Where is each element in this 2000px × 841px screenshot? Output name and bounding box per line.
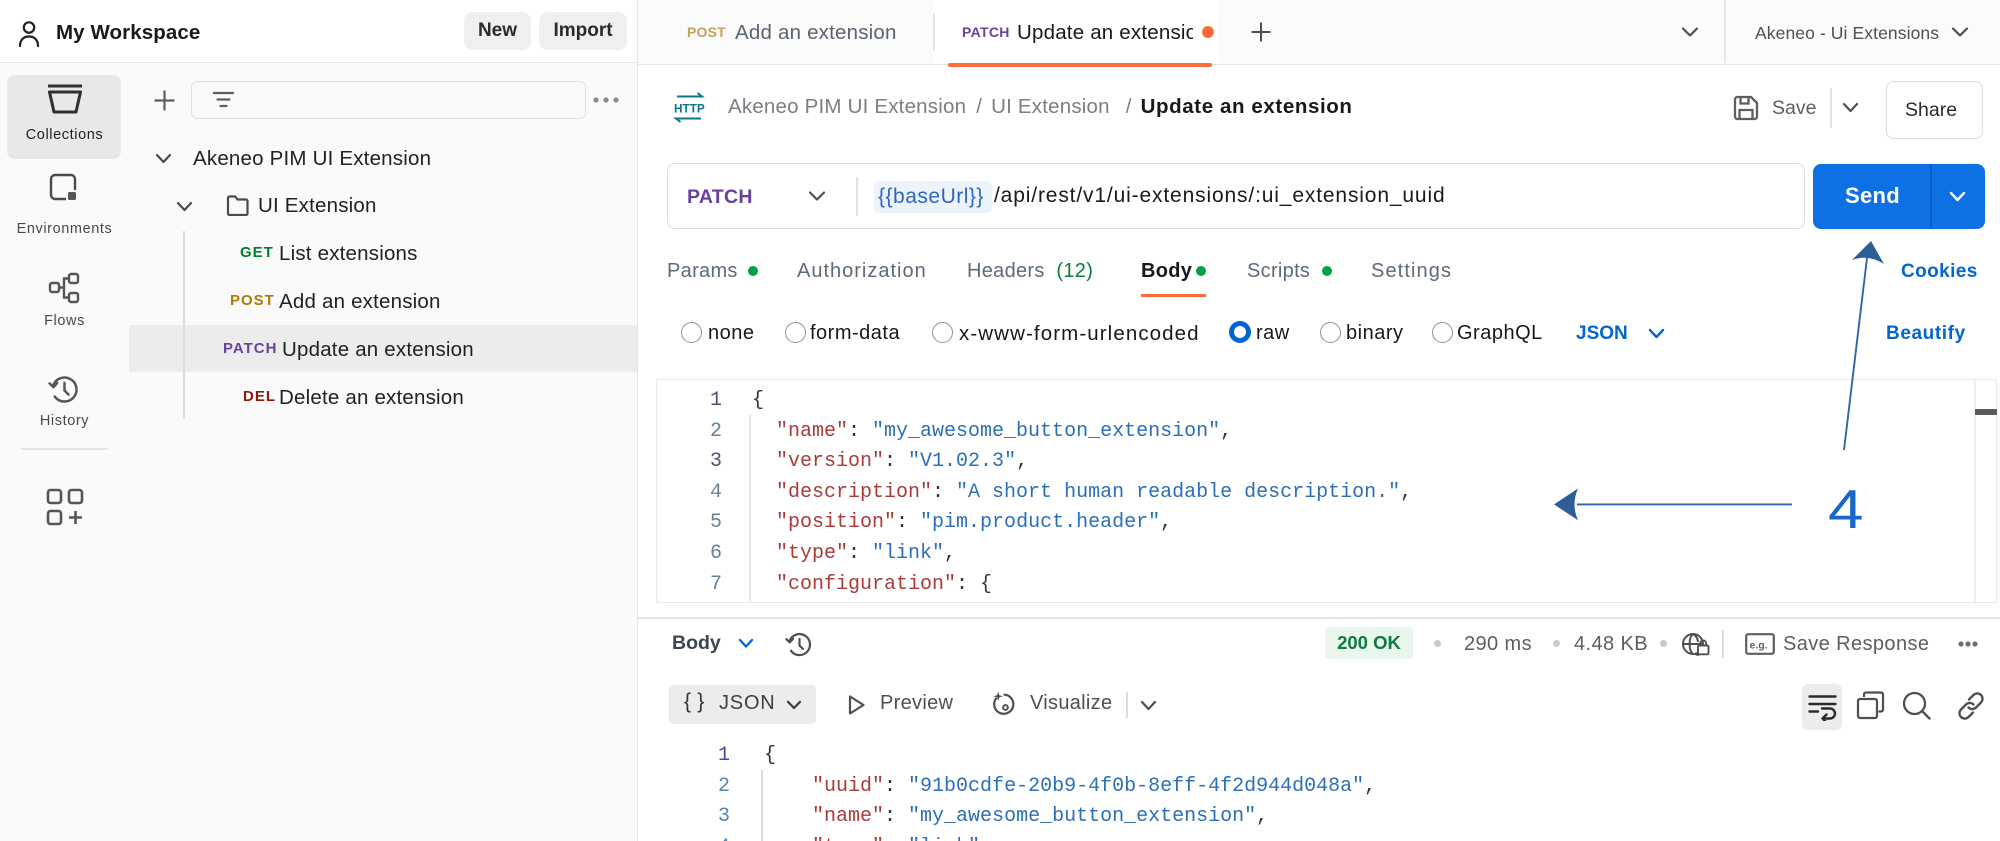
svg-text:HTTP: HTTP [674, 102, 705, 116]
